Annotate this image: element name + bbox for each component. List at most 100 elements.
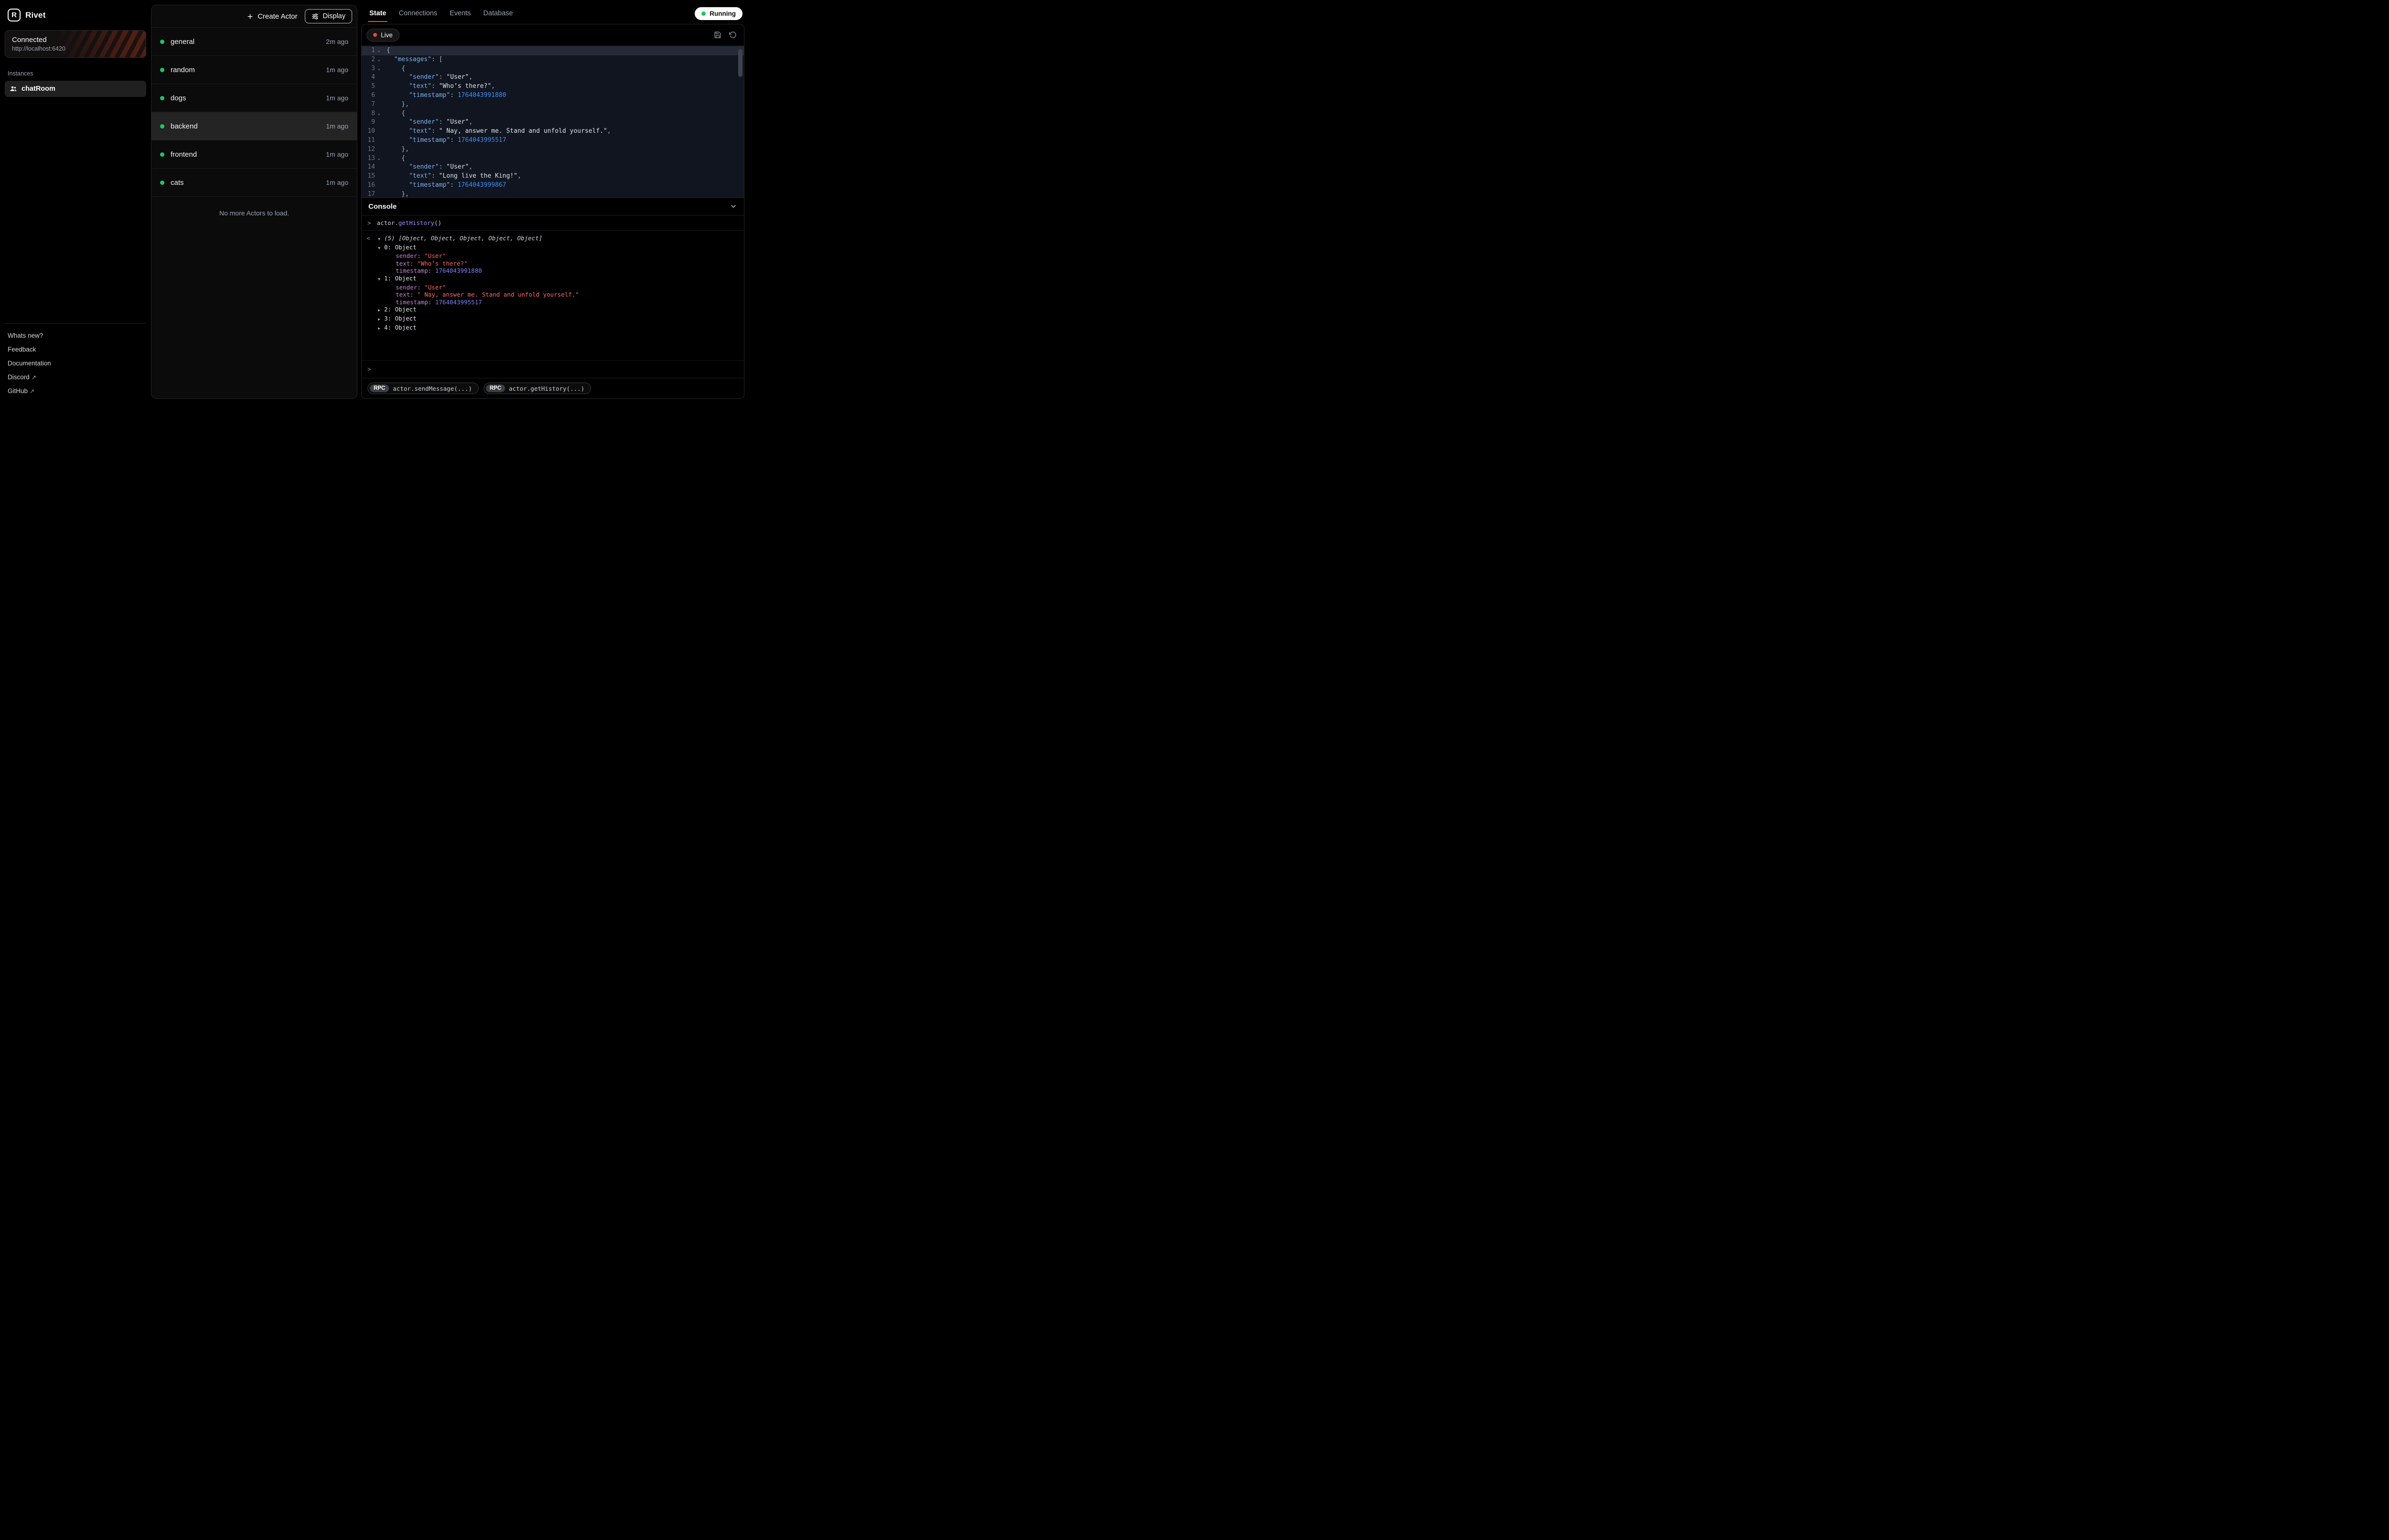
external-link-icon: ↗ xyxy=(32,374,36,381)
fold-spacer xyxy=(375,190,383,197)
console-object[interactable]: ▶3: Object xyxy=(366,315,739,324)
actor-status-dot-icon xyxy=(160,124,164,128)
expand-triangle-icon[interactable]: ▼ xyxy=(378,236,384,244)
fold-toggle-icon[interactable]: ⌄ xyxy=(375,64,383,74)
state-toolbar: Live xyxy=(362,24,744,45)
footer-link-discord[interactable]: Discord↗ xyxy=(5,370,146,384)
live-indicator[interactable]: Live xyxy=(366,29,399,42)
console-header[interactable]: Console xyxy=(362,197,744,215)
tab-database[interactable]: Database xyxy=(477,3,519,24)
connection-status: Connected xyxy=(12,36,139,44)
footer-link-feedback[interactable]: Feedback xyxy=(5,342,146,356)
actor-row-general[interactable]: general2m ago xyxy=(151,28,357,56)
actor-row-dogs[interactable]: dogs 1m ago xyxy=(151,84,357,112)
line-number: 3 xyxy=(362,64,375,74)
console-property: text: " Nay, answer me. Stand and unfold… xyxy=(366,291,739,299)
create-actor-button[interactable]: Create Actor xyxy=(242,10,302,23)
editor-line-code: { xyxy=(384,109,405,118)
reset-state-button[interactable] xyxy=(727,29,739,41)
console-expression: actor.getHistory() xyxy=(377,219,441,226)
console-object[interactable]: ▶4: Object xyxy=(366,324,739,333)
line-number: 17 xyxy=(362,190,375,197)
expand-triangle-icon[interactable]: ▶ xyxy=(378,325,384,333)
editor-gutter: 4 xyxy=(362,73,384,82)
actor-row-backend[interactable]: backend1m ago xyxy=(151,112,357,140)
editor-line-code: "text": "Long live the King!", xyxy=(384,172,521,181)
editor-line-code: "timestamp": 1764043991880 xyxy=(384,91,506,100)
undo-icon xyxy=(729,31,737,39)
editor-line: 15 "text": "Long live the King!", xyxy=(362,172,744,181)
console-history-entry[interactable]: > actor.getHistory() xyxy=(362,215,744,231)
tab-events[interactable]: Events xyxy=(443,3,477,24)
console-object-label: 2: Object xyxy=(384,306,417,313)
fold-spacer xyxy=(375,91,383,100)
line-number: 5 xyxy=(362,82,375,91)
fold-spacer xyxy=(375,136,383,145)
actor-name: cats xyxy=(171,179,320,187)
tab-state[interactable]: State xyxy=(363,3,392,24)
actor-name: dogs xyxy=(171,94,320,102)
actor-row-cats[interactable]: cats1m ago xyxy=(151,169,357,197)
display-label: Display xyxy=(323,12,345,20)
footer-link-documentation[interactable]: Documentation xyxy=(5,356,146,370)
fold-toggle-icon[interactable]: ⌄ xyxy=(375,154,383,163)
editor-scrollbar[interactable] xyxy=(738,49,743,77)
editor-line: 14 "sender": "User", xyxy=(362,163,744,172)
actor-row-frontend[interactable]: frontend1m ago xyxy=(151,140,357,169)
footer-link-github[interactable]: GitHub↗ xyxy=(5,384,146,398)
rpc-button-actor-gethistory-[interactable]: RPCactor.getHistory(...) xyxy=(484,383,591,394)
line-number: 4 xyxy=(362,73,375,82)
editor-gutter: 10 xyxy=(362,127,384,136)
collapse-triangle-icon[interactable]: ▼ xyxy=(378,245,384,253)
connection-status-card: Connected http://localhost:6420 xyxy=(5,30,146,58)
fold-toggle-icon[interactable]: ⌄ xyxy=(375,55,383,64)
app-root: R Rivet Connected http://localhost:6420 … xyxy=(0,0,749,404)
users-icon xyxy=(10,85,17,93)
console-result-summary[interactable]: < ▼ (5) [Object, Object, Object, Object,… xyxy=(366,235,739,244)
editor-gutter: 17 xyxy=(362,190,384,197)
status-badge: Running xyxy=(695,7,743,20)
editor-gutter: 6 xyxy=(362,91,384,100)
editor-line: 4 "sender": "User", xyxy=(362,73,744,82)
line-number: 14 xyxy=(362,163,375,172)
result-summary-text: (5) [Object, Object, Object, Object, Obj… xyxy=(384,235,542,242)
editor-line: 17 }, xyxy=(362,190,744,197)
display-button[interactable]: Display xyxy=(305,9,352,23)
console-prompt-input[interactable]: > xyxy=(362,360,744,378)
console-object[interactable]: ▼0: Object xyxy=(366,244,739,253)
actor-name: random xyxy=(171,66,320,74)
editor-line: 7 }, xyxy=(362,100,744,109)
chevron-down-icon[interactable] xyxy=(730,203,737,210)
actor-created-time: 2m ago xyxy=(326,38,348,45)
editor-line-code: }, xyxy=(384,100,409,109)
sidebar-footer: Whats new?FeedbackDocumentationDiscord↗G… xyxy=(5,323,146,398)
tab-connections[interactable]: Connections xyxy=(392,3,443,24)
save-state-button[interactable] xyxy=(711,29,724,41)
line-number: 16 xyxy=(362,181,375,190)
rpc-button-actor-sendmessage-[interactable]: RPCactor.sendMessage(...) xyxy=(367,383,479,394)
editor-line: 11 "timestamp": 1764043995517 xyxy=(362,136,744,145)
state-editor[interactable]: 1⌄{2⌄ "messages": [3⌄ {4 "sender": "User… xyxy=(362,45,744,197)
expand-triangle-icon[interactable]: ▶ xyxy=(378,316,384,324)
fold-toggle-icon[interactable]: ⌄ xyxy=(375,46,383,55)
fold-toggle-icon[interactable]: ⌄ xyxy=(375,109,383,118)
editor-line: 5 "text": "Who’s there?", xyxy=(362,82,744,91)
editor-line: 6 "timestamp": 1764043991880 xyxy=(362,91,744,100)
sidebar-item-instance[interactable]: chatRoom xyxy=(5,81,146,97)
status-dot-icon xyxy=(701,11,706,16)
state-toolbar-icons xyxy=(711,29,739,41)
expand-triangle-icon[interactable]: ▶ xyxy=(378,307,384,315)
console-object[interactable]: ▼1: Object xyxy=(366,275,739,284)
footer-link-whats-new-[interactable]: Whats new? xyxy=(5,329,146,342)
editor-line-code: "text": "Who’s there?", xyxy=(384,82,495,91)
actor-created-time: 1m ago xyxy=(326,94,348,102)
editor-line-code: }, xyxy=(384,145,409,154)
actor-status-dot-icon xyxy=(160,152,164,157)
rpc-label: actor.getHistory(...) xyxy=(509,385,584,392)
collapse-triangle-icon[interactable]: ▼ xyxy=(378,276,384,284)
editor-line: 1⌄{ xyxy=(362,46,744,55)
actors-panel: Create Actor Display general2m agorandom… xyxy=(151,5,357,399)
actor-row-random[interactable]: random1m ago xyxy=(151,56,357,84)
actor-status-dot-icon xyxy=(160,181,164,185)
console-object[interactable]: ▶2: Object xyxy=(366,306,739,315)
